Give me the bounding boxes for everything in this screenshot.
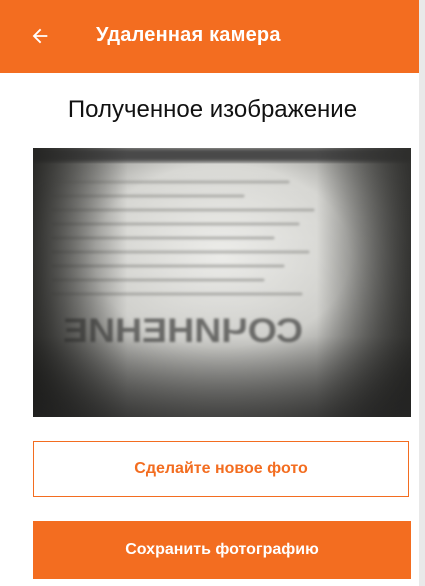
page-title: Полученное изображение [67, 96, 358, 123]
screen-edge [419, 0, 425, 586]
app-bar: Удаленная камера [0, 0, 419, 73]
arrow-left-icon [32, 28, 48, 44]
back-button[interactable] [22, 18, 58, 54]
app-bar-title: Удаленная камера [96, 24, 281, 46]
screen: Удаленная камера Полученное изображение [0, 0, 425, 586]
received-image: СОЧИНЕНИЕ [33, 148, 411, 417]
photo-bottom-shade [33, 148, 411, 417]
save-photo-button[interactable]: Сохранить фотографию [33, 521, 411, 579]
retake-photo-button[interactable]: Сделайте новое фото [33, 441, 409, 497]
